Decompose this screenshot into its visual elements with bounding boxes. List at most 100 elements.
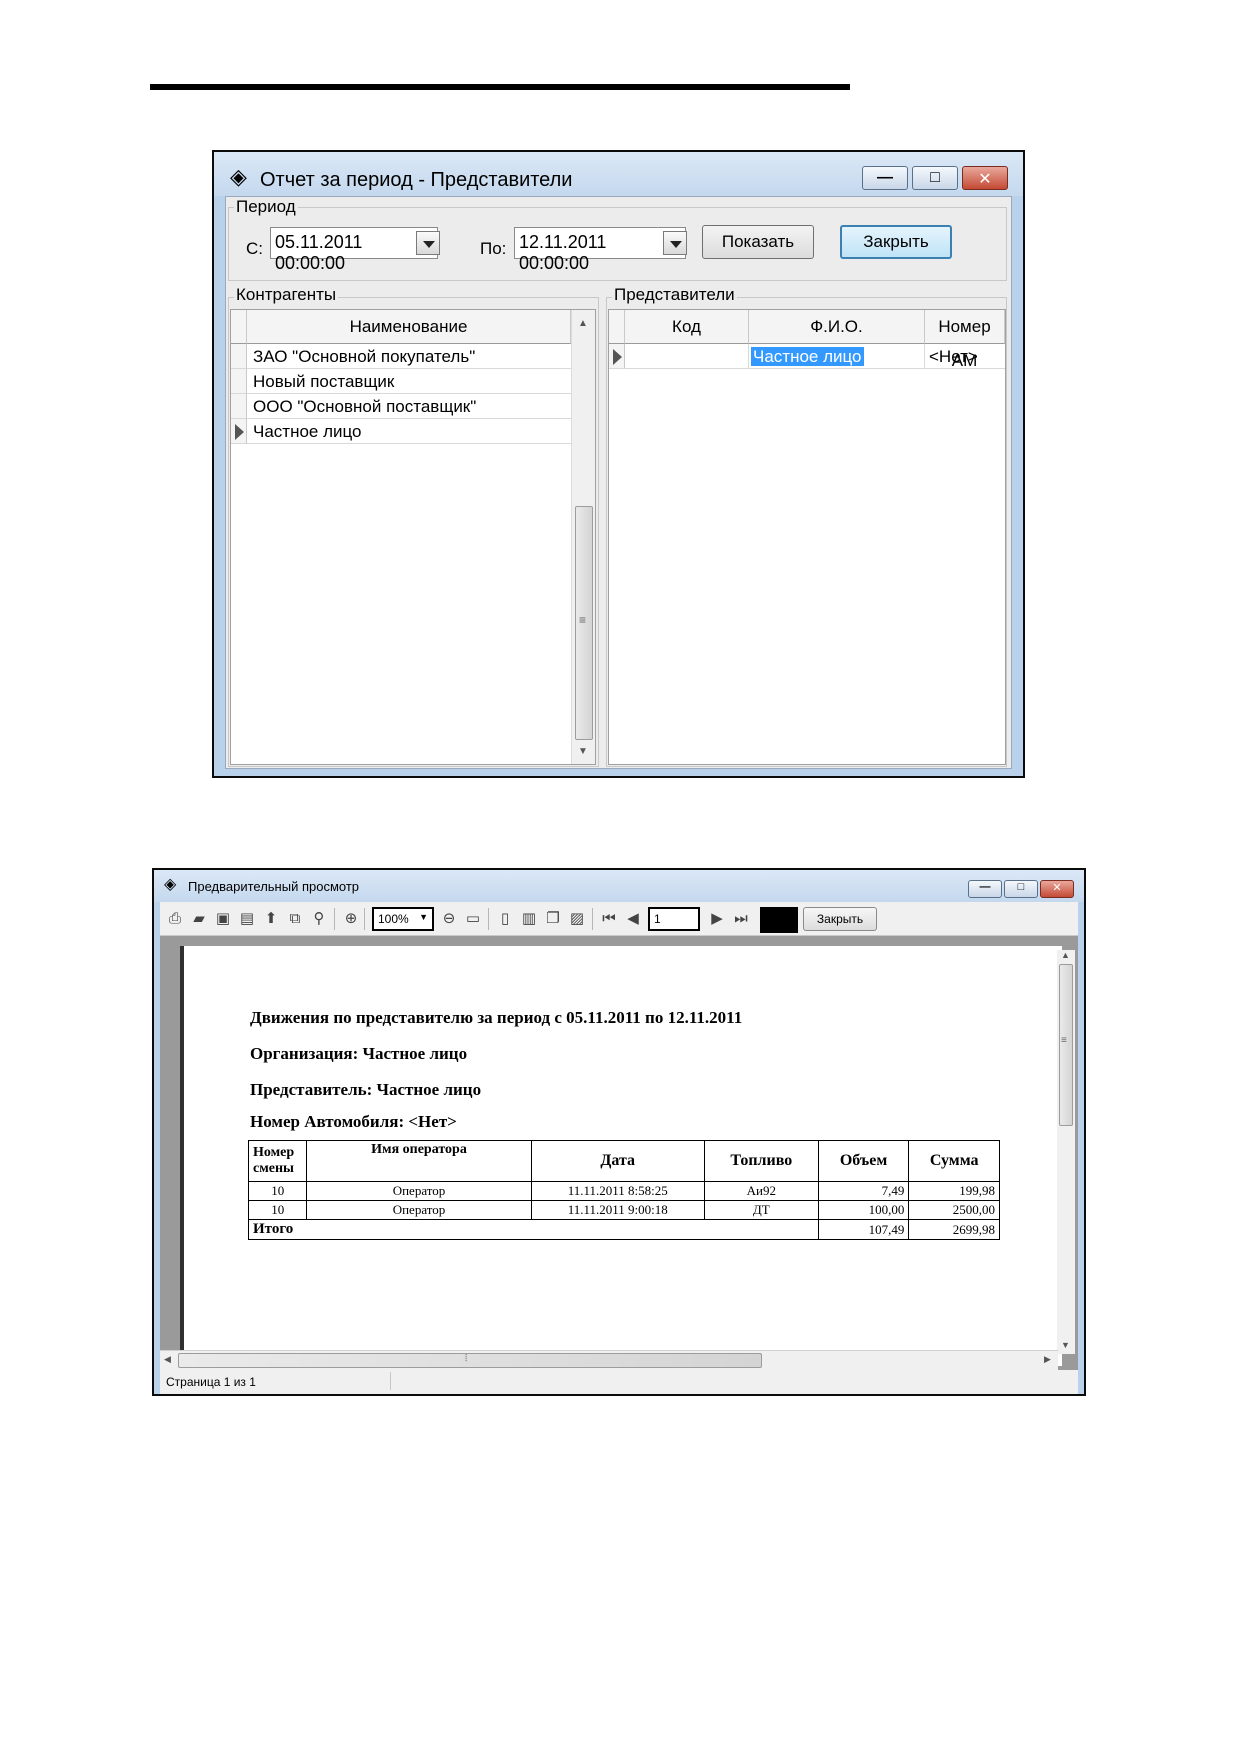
preview-area: Движения по представителю за период с 05… — [160, 936, 1078, 1370]
show-button[interactable]: Показать — [702, 225, 814, 259]
contractor-row[interactable]: ООО "Основной поставщик" — [247, 394, 571, 419]
grid-corner — [609, 310, 625, 344]
edit-page-icon[interactable]: ▨ — [568, 910, 586, 928]
scroll-thumb[interactable]: ≡ — [575, 506, 593, 740]
column-code-header[interactable]: Код — [625, 310, 749, 344]
open-folder-icon[interactable]: ▰ — [190, 910, 208, 928]
scroll-down-icon[interactable]: ▼ — [578, 746, 588, 757]
toolbar: ⎙ ▰ ▣ ▤ ⬆ ⧉ ⚲ ⊕ 100% ▼ ⊖ ▭ ▯ ▥ ❐ ▨ ⏮ ◀ 1… — [160, 902, 1078, 936]
scroll-down-icon[interactable]: ▼ — [1061, 1340, 1070, 1350]
rep-name-cell[interactable]: Частное лицо — [749, 344, 925, 369]
from-label: С: — [246, 239, 263, 258]
save-icon[interactable]: ▣ — [214, 910, 232, 928]
prev-page-icon[interactable]: ◀ — [624, 910, 642, 928]
header-shift: Номер смены — [247, 1140, 308, 1182]
title-bar: ◈ Предварительный просмотр — □ ✕ — [154, 870, 1084, 902]
contractor-row[interactable]: Частное лицо — [247, 419, 571, 444]
current-row-indicator-icon[interactable] — [609, 344, 625, 369]
last-page-icon[interactable]: ⏭ — [732, 910, 750, 928]
to-label: По: — [480, 239, 507, 258]
maximize-icon: □ — [930, 169, 940, 186]
scroll-thumb[interactable]: ≡ — [1059, 964, 1073, 1126]
zoom-in-icon[interactable]: ⊕ — [342, 910, 360, 928]
next-page-icon[interactable]: ▶ — [708, 910, 726, 928]
table-header-row: Номер смены Имя оператора Дата Топливо О… — [247, 1140, 1000, 1182]
close-preview-button[interactable]: Закрыть — [803, 907, 877, 931]
report-representative: Представитель: Частное лицо — [250, 1080, 482, 1099]
title-bar: ◈ Отчет за период - Представители — □ ✕ — [214, 152, 1023, 196]
zoom-value: 100% — [378, 912, 409, 926]
zoom-out-icon[interactable]: ⊖ — [440, 910, 458, 928]
vertical-scrollbar[interactable]: ▲ ≡ ▼ — [571, 310, 595, 764]
status-divider — [390, 1372, 391, 1390]
total-volume: 107,49 — [817, 1219, 910, 1240]
scroll-thumb[interactable]: ⦙ — [178, 1353, 762, 1368]
print-icon[interactable]: ⎙ — [166, 910, 184, 928]
page-width-icon[interactable]: ▭ — [464, 910, 482, 928]
page-setup-icon[interactable]: ▤ — [238, 910, 256, 928]
scroll-right-icon[interactable]: ▶ — [1044, 1354, 1051, 1365]
close-button[interactable]: Закрыть — [840, 225, 952, 259]
close-icon: ✕ — [978, 171, 992, 188]
minimize-icon: — — [979, 881, 991, 893]
cell-volume: 100,00 — [817, 1200, 910, 1220]
export-pdf-icon[interactable]: ⬆ — [262, 910, 280, 928]
separator — [364, 908, 365, 930]
first-page-icon[interactable]: ⏮ — [600, 910, 618, 928]
close-icon: ✕ — [1052, 882, 1062, 894]
multi-page-icon[interactable]: ▥ — [520, 910, 538, 928]
one-page-icon[interactable]: ▯ — [496, 910, 514, 928]
cell-operator: Оператор — [306, 1181, 532, 1201]
period-group-label: Период — [234, 197, 298, 217]
contractor-row[interactable]: ЗАО "Основной покупатель" — [247, 344, 571, 369]
current-row-indicator-icon[interactable] — [231, 419, 247, 444]
report-car-number: Номер Автомобиля: <Нет> — [250, 1112, 457, 1131]
to-date-field[interactable]: 12.11.2011 00:00:00 — [514, 227, 686, 273]
grip-icon: ⦙ — [465, 1353, 468, 1364]
row-header[interactable] — [231, 369, 247, 394]
status-page-text: Страница 1 из 1 — [166, 1375, 256, 1389]
cell-shift: 10 — [247, 1181, 308, 1201]
book-icon[interactable]: ❐ — [544, 910, 562, 928]
header-sum: Сумма — [908, 1140, 1000, 1182]
report-page: Движения по представителю за период с 05… — [180, 946, 1062, 1366]
from-date-field[interactable]: 05.11.2011 00:00:00 — [270, 227, 438, 273]
to-date-dropdown[interactable] — [663, 231, 687, 255]
maximize-button[interactable]: □ — [1004, 880, 1038, 898]
column-fio-header[interactable]: Ф.И.О. — [749, 310, 925, 344]
page-number-input[interactable]: 1 — [648, 907, 700, 931]
close-window-button[interactable]: ✕ — [1040, 880, 1074, 898]
zoom-select[interactable]: 100% ▼ — [372, 907, 434, 931]
row-header[interactable] — [231, 394, 247, 419]
window-title: Отчет за период - Представители — [260, 169, 573, 191]
header-fuel: Топливо — [703, 1140, 819, 1182]
representatives-grid: Код Ф.И.О. Номер АМ Частное лицо <Нет> — [608, 309, 1006, 765]
export-icon[interactable]: ⧉ — [286, 910, 304, 928]
minimize-button[interactable]: — — [862, 166, 908, 190]
contractor-row[interactable]: Новый поставщик — [247, 369, 571, 394]
window-title: Предварительный просмотр — [188, 879, 360, 894]
column-name-header[interactable]: Наименование — [247, 310, 571, 344]
horizontal-scrollbar[interactable]: ◀ ⦙ ▶ — [160, 1350, 1058, 1370]
vertical-scrollbar[interactable]: ▲ ≡ ▼ — [1057, 950, 1075, 1354]
find-icon[interactable]: ⚲ — [310, 910, 328, 928]
representatives-group-label: Представители — [612, 285, 737, 305]
scroll-up-icon[interactable]: ▲ — [578, 318, 588, 329]
maximize-button[interactable]: □ — [912, 166, 958, 190]
separator — [488, 908, 489, 930]
report-organization: Организация: Частное лицо — [250, 1044, 468, 1063]
row-header[interactable] — [231, 344, 247, 369]
close-window-button[interactable]: ✕ — [962, 166, 1008, 190]
maximize-icon: □ — [1017, 881, 1025, 893]
cell-volume: 7,49 — [817, 1181, 910, 1201]
table-total-row: Итого 107,49 2699,98 — [248, 1219, 1000, 1240]
rep-car-cell[interactable]: <Нет> — [925, 344, 1005, 369]
minimize-button[interactable]: — — [968, 880, 1002, 898]
scroll-left-icon[interactable]: ◀ — [164, 1354, 171, 1365]
from-date-dropdown[interactable] — [416, 231, 440, 255]
rep-code-cell[interactable] — [625, 344, 749, 369]
column-car-header[interactable]: Номер АМ — [925, 310, 1005, 370]
cell-fuel: Аи92 — [703, 1181, 819, 1201]
scroll-up-icon[interactable]: ▲ — [1061, 950, 1070, 960]
rep-name-selected[interactable]: Частное лицо — [751, 347, 864, 366]
